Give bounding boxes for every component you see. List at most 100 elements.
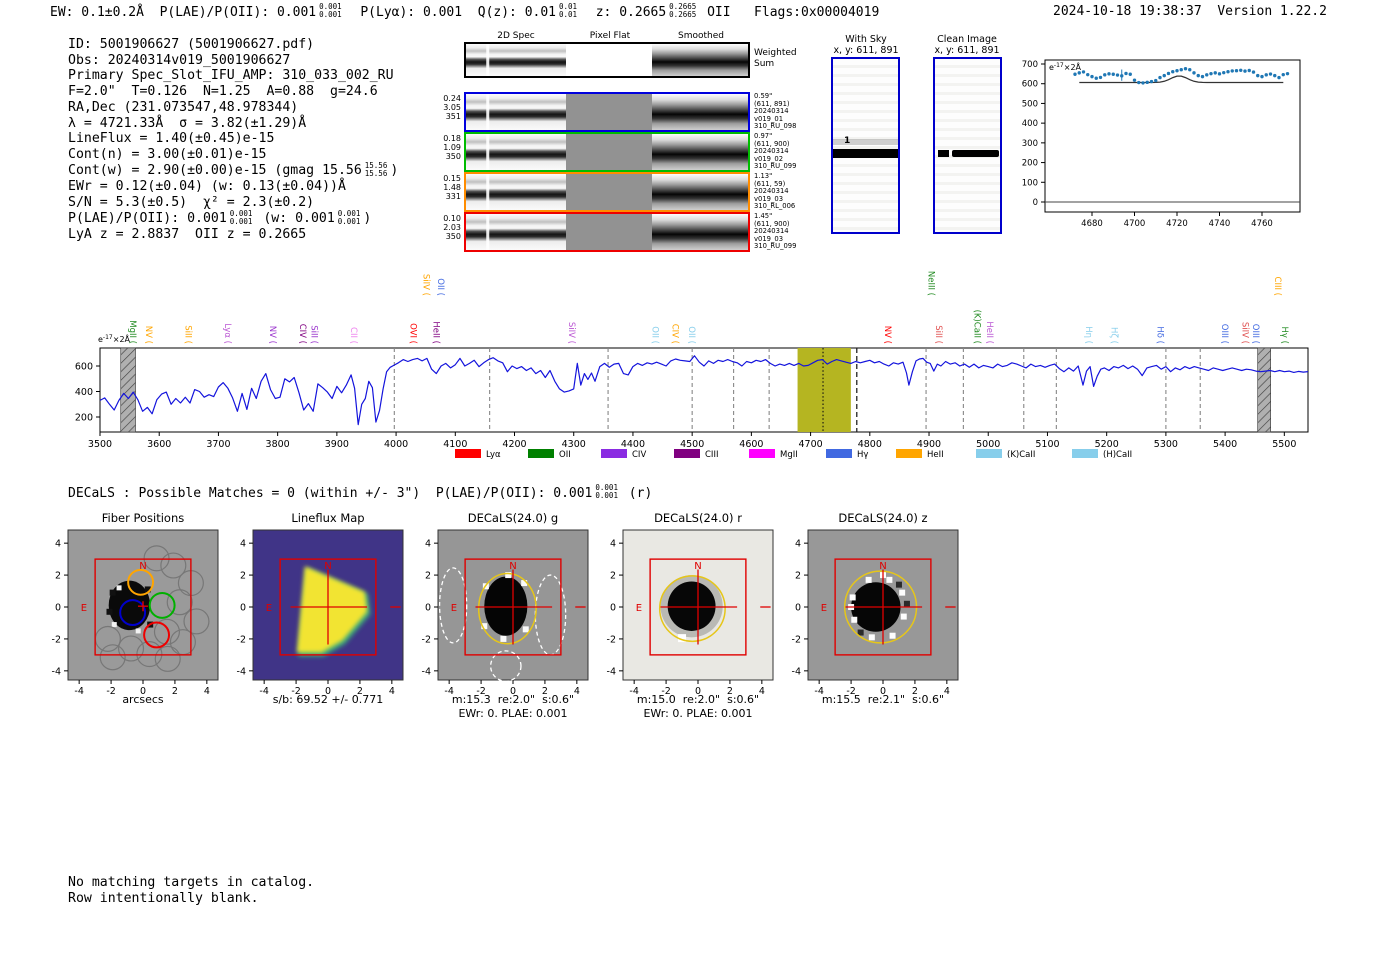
cutout-ytick: 2 (795, 571, 801, 582)
line-label: CIV ( (297, 324, 307, 344)
spectrum-xtick: 3500 (88, 439, 112, 450)
data-point (1166, 71, 1171, 76)
line-label: SiII ( (182, 325, 192, 344)
inset-ytick: 300 (1022, 139, 1038, 149)
text-segment: Cont(n) = 3.00(±0.01)e-15 (68, 146, 267, 162)
data-point (1285, 71, 1290, 76)
gaussian-model-line (1079, 75, 1284, 84)
data-point (1281, 72, 1285, 77)
spec2d-cell (466, 174, 566, 210)
line-label: CIV ( (670, 324, 680, 344)
text-segment: Primary Spec_Slot_IFU_AMP: 310_033_002_R… (68, 68, 394, 84)
cutout-title-fiber: Fiber Positions (101, 511, 185, 525)
spectrum-xtick: 5200 (1095, 439, 1119, 450)
with-sky-image: 1 (831, 57, 900, 234)
stat-line: 3.05 (443, 103, 461, 112)
blob-pixel (106, 608, 113, 615)
data-point (1120, 74, 1124, 78)
inset-ytick: 500 (1022, 99, 1038, 109)
spectrum-xtick: 4500 (680, 439, 704, 450)
spectrum-units-label: e-17×2Å (98, 333, 131, 344)
spec2d-row (464, 132, 750, 172)
info-line: ID: 5001906627 (5001906627.pdf) (68, 37, 398, 53)
stat-line: 351 (445, 112, 461, 121)
sky-faint-band (833, 139, 898, 145)
sky-bright-line-band (833, 149, 898, 158)
data-point (1162, 73, 1166, 78)
data-point (1226, 69, 1230, 74)
spec2d-row (464, 172, 750, 212)
fraction-bottom: 0.001 (595, 491, 618, 501)
data-point (1205, 73, 1209, 77)
inset-xtick: 4700 (1124, 219, 1146, 229)
spec2d-row-stats: 0.18 1.09 350 (437, 134, 461, 161)
data-point (1200, 74, 1205, 79)
legend-swatch (1072, 449, 1098, 458)
text-segment: P(Lyα): 0.001 Q(z): 0.01 (344, 4, 557, 20)
legend-swatch (976, 449, 1002, 458)
inset-ytick: 700 (1022, 60, 1038, 70)
inset-ytick: 0 (1033, 198, 1038, 208)
line-label: Hγ ( (1279, 327, 1289, 344)
cutout-ytick: -2 (422, 634, 431, 645)
cutout-ytick: 0 (240, 603, 246, 614)
spectrum-xtick: 4300 (562, 439, 586, 450)
compass-east: E (81, 603, 87, 614)
cutout-caption: EWr: 0. PLAE: 0.001 (643, 707, 753, 720)
legend-label: CIII (705, 450, 718, 460)
smoothed-cell (652, 174, 748, 210)
decals-match-line: DECaLS : Possible Matches = 0 (within +/… (68, 483, 652, 502)
cutout-title-z: DECaLS(24.0) z (838, 511, 928, 525)
data-point (1171, 69, 1175, 74)
data-point (1256, 73, 1260, 78)
cutout-ytick: 2 (240, 571, 246, 582)
data-point (1154, 78, 1158, 83)
cutout-ytick: 4 (795, 539, 801, 550)
annotation-line: 310_RU_099 (754, 162, 797, 170)
legend-swatch (826, 449, 852, 458)
inset-xtick: 4760 (1251, 219, 1273, 229)
inset-plot-frame (1044, 59, 1301, 213)
spectrum-xtick: 3900 (325, 439, 349, 450)
elixer-report-page: { "colors": { "spectrum_line": "#1414dc"… (0, 0, 1400, 953)
stat-line: 0.24 (443, 94, 461, 103)
stat-line: 0.10 (443, 214, 461, 223)
inset-xtick: 4680 (1081, 219, 1103, 229)
line-label: HeII ( (430, 321, 440, 344)
info-line: Obs: 20240314v019_5001906627 (68, 53, 398, 69)
data-point (1230, 69, 1234, 73)
text-segment: LyA z = 2.8837 OII z = 0.2665 (68, 227, 307, 243)
data-point (1213, 71, 1217, 75)
info-line: Cont(w) = 2.90(±0.00)e-15 (gmag 15.56 15.… (68, 161, 398, 180)
detection-info-block: ID: 5001906627 (5001906627.pdf) Obs: 2024… (68, 37, 398, 243)
line-label: Hη ( (1083, 326, 1093, 344)
spectrum-ytick: 600 (75, 362, 93, 373)
fraction-bottom: 0.2665 (669, 10, 697, 20)
spec2d-row-annotation: 0.59" (611, 891) 20240314 v019_01 310_RU_098 (754, 92, 824, 131)
data-point (1107, 72, 1111, 76)
data-point (1073, 72, 1077, 76)
text-segment: Cont(w) = 2.90(±0.00)e-15 (gmag 15.56 (68, 163, 362, 179)
line-label: OII ( (686, 326, 696, 344)
compass-east: E (266, 603, 272, 614)
blob-pixel-white (116, 585, 122, 591)
blob-pixel-white (111, 622, 117, 628)
spectrum-ytick: 400 (75, 387, 93, 398)
line-label: SiIV ( (1239, 322, 1249, 344)
data-point (1188, 68, 1192, 72)
info-line: LyA z = 2.8837 OII z = 0.2665 (68, 227, 398, 243)
stat-line: 350 (445, 232, 461, 241)
legend-label: Lyα (486, 450, 501, 460)
fringe-pixel (851, 616, 858, 623)
spec2d-row (464, 212, 750, 252)
col-header-pixelflat: Pixel Flat (589, 31, 631, 41)
stacked-fraction: 15.56 15.56 (365, 161, 388, 179)
cutout-title-r: DECaLS(24.0) r (654, 511, 742, 525)
spec2d-cell (466, 214, 566, 250)
spec2d-row-annotation: 1.45" (611, 900) 20240314 v019_03 310_RU_099 (754, 212, 824, 251)
compass-east: E (636, 603, 642, 614)
stat-line: 1.48 (443, 183, 461, 192)
galaxy-blob (484, 576, 528, 636)
data-point (1145, 80, 1149, 85)
cutout-ytick: 4 (610, 539, 616, 550)
